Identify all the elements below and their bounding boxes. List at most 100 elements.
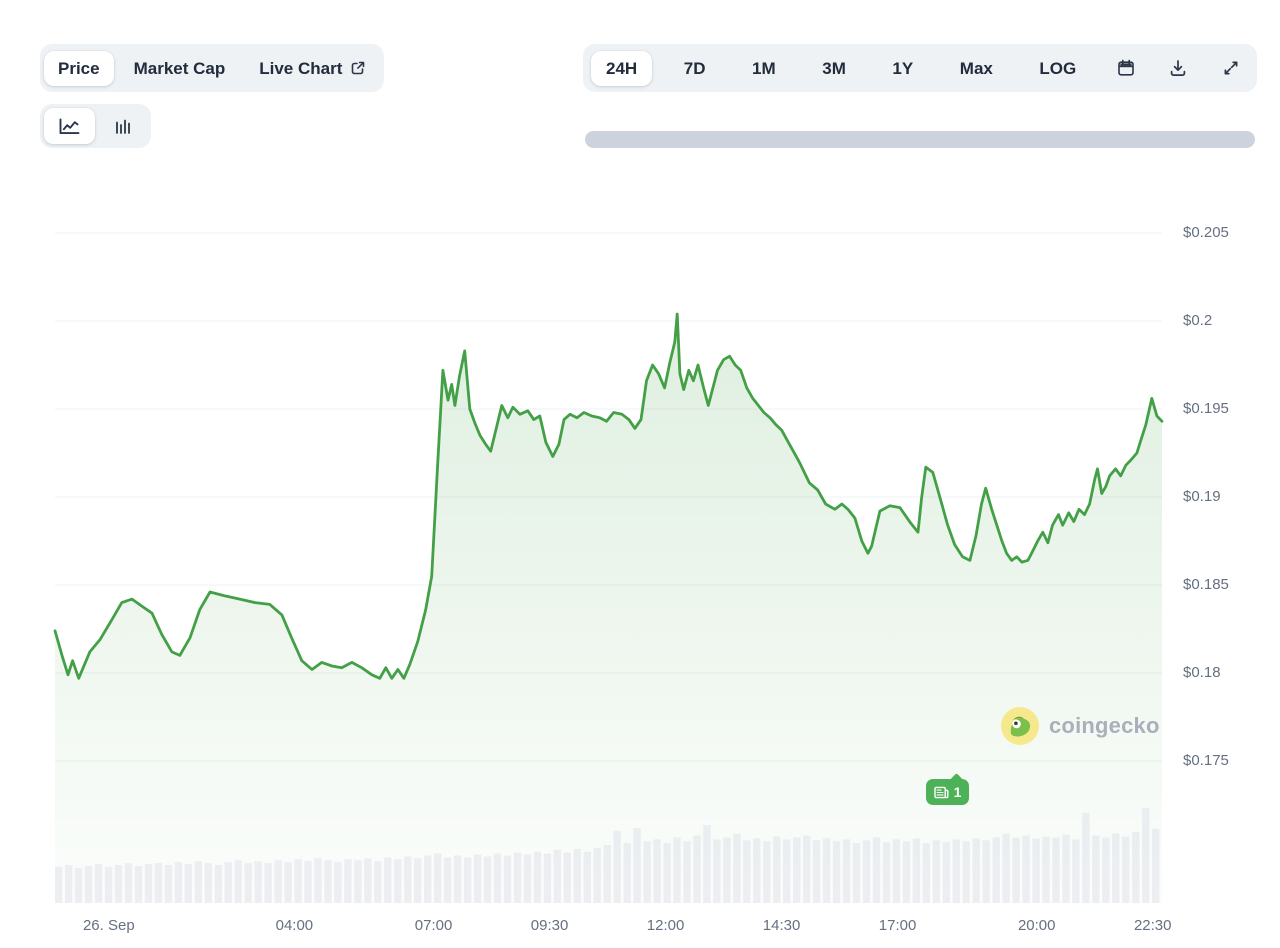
volume-bar <box>1082 813 1089 903</box>
volume-bar <box>713 839 720 903</box>
volume-bar <box>55 867 62 903</box>
volume-bar <box>474 855 481 904</box>
news-icon <box>934 786 949 799</box>
volume-bar <box>863 840 870 903</box>
volume-bar <box>85 866 92 903</box>
volume-bar <box>414 858 421 903</box>
y-axis-tick-label: $0.205 <box>1183 224 1229 241</box>
volume-bar <box>893 839 900 903</box>
volume-bar <box>394 859 401 903</box>
volume-bar <box>1032 838 1039 903</box>
volume-bar <box>255 861 262 903</box>
volume-bar <box>314 858 321 903</box>
volume-bar <box>225 862 232 903</box>
volume-bar <box>614 831 621 903</box>
x-axis-tick-label: 14:30 <box>763 917 801 934</box>
y-axis-tick-label: $0.185 <box>1183 576 1229 593</box>
volume-bar <box>1152 829 1159 903</box>
volume-bar <box>235 860 242 903</box>
volume-bar <box>1062 835 1069 903</box>
volume-bar <box>633 828 640 903</box>
price-line-chart[interactable] <box>0 0 1280 948</box>
coingecko-logo-icon <box>1001 707 1039 745</box>
volume-bar <box>444 857 451 903</box>
volume-bar <box>304 861 311 903</box>
volume-bar <box>434 854 441 903</box>
volume-bar <box>324 860 331 903</box>
x-axis-tick-label: 04:00 <box>276 917 314 934</box>
volume-bar <box>284 862 291 903</box>
volume-bar <box>454 856 461 904</box>
volume-bar <box>1102 838 1109 904</box>
volume-bar <box>424 856 431 904</box>
volume-bar <box>673 838 680 904</box>
volume-bar <box>75 868 82 903</box>
volume-bar <box>983 840 990 903</box>
volume-bar <box>195 861 202 903</box>
volume-bar <box>1022 836 1029 904</box>
volume-bar <box>1002 834 1009 903</box>
volume-bar <box>1042 837 1049 904</box>
volume-bar <box>943 842 950 903</box>
volume-bar <box>973 838 980 903</box>
volume-bar <box>753 838 760 903</box>
volume-bar <box>833 841 840 903</box>
volume-bar <box>584 852 591 903</box>
x-axis-tick-label: 09:30 <box>531 917 569 934</box>
volume-bar <box>514 853 521 903</box>
volume-bar <box>733 834 740 903</box>
volume-bar <box>963 841 970 903</box>
volume-bar <box>464 857 471 903</box>
volume-bar <box>544 854 551 903</box>
volume-bar <box>175 862 182 903</box>
volume-bar <box>653 839 660 903</box>
volume-bar <box>215 865 222 903</box>
x-axis-tick-label: 17:00 <box>879 917 917 934</box>
volume-bar <box>723 838 730 904</box>
volume-bar <box>155 863 162 903</box>
volume-bar <box>534 852 541 903</box>
volume-bar <box>763 841 770 903</box>
volume-bar <box>1132 832 1139 903</box>
volume-bar <box>524 855 531 904</box>
volume-bar <box>1142 808 1149 903</box>
volume-bar <box>574 849 581 903</box>
watermark-label: coingecko <box>1049 713 1160 739</box>
y-axis-tick-label: $0.175 <box>1183 752 1229 769</box>
volume-bar <box>554 850 561 903</box>
volume-bar <box>364 858 371 903</box>
volume-bar <box>404 857 411 904</box>
volume-bar <box>504 856 511 904</box>
volume-bar <box>783 839 790 903</box>
news-annotation-badge[interactable]: 1 <box>926 779 970 805</box>
volume-bar <box>95 864 102 903</box>
volume-bar <box>873 838 880 904</box>
volume-bar <box>334 862 341 903</box>
volume-bar <box>594 848 601 903</box>
volume-bar <box>135 866 142 903</box>
volume-bar <box>793 838 800 904</box>
volume-bar <box>274 860 281 903</box>
volume-bar <box>1112 834 1119 903</box>
volume-bar <box>993 838 1000 904</box>
volume-bar <box>853 843 860 903</box>
x-axis-tick-label: 26. Sep <box>83 917 135 934</box>
x-axis-tick-label: 07:00 <box>415 917 453 934</box>
volume-bar <box>953 839 960 903</box>
volume-bar <box>384 857 391 903</box>
volume-bar <box>923 843 930 903</box>
volume-bar <box>1072 839 1079 903</box>
volume-bar <box>125 863 132 903</box>
volume-bar <box>703 825 710 903</box>
volume-bar <box>374 861 381 903</box>
volume-bar <box>564 853 571 903</box>
volume-bar <box>354 860 361 903</box>
volume-bar <box>913 838 920 903</box>
volume-bar <box>344 859 351 903</box>
volume-bar <box>773 837 780 904</box>
volume-bar <box>683 841 690 903</box>
volume-bar <box>1012 838 1019 904</box>
volume-bar <box>1092 836 1099 904</box>
y-axis-tick-label: $0.18 <box>1183 664 1221 681</box>
volume-bar <box>1122 837 1129 904</box>
